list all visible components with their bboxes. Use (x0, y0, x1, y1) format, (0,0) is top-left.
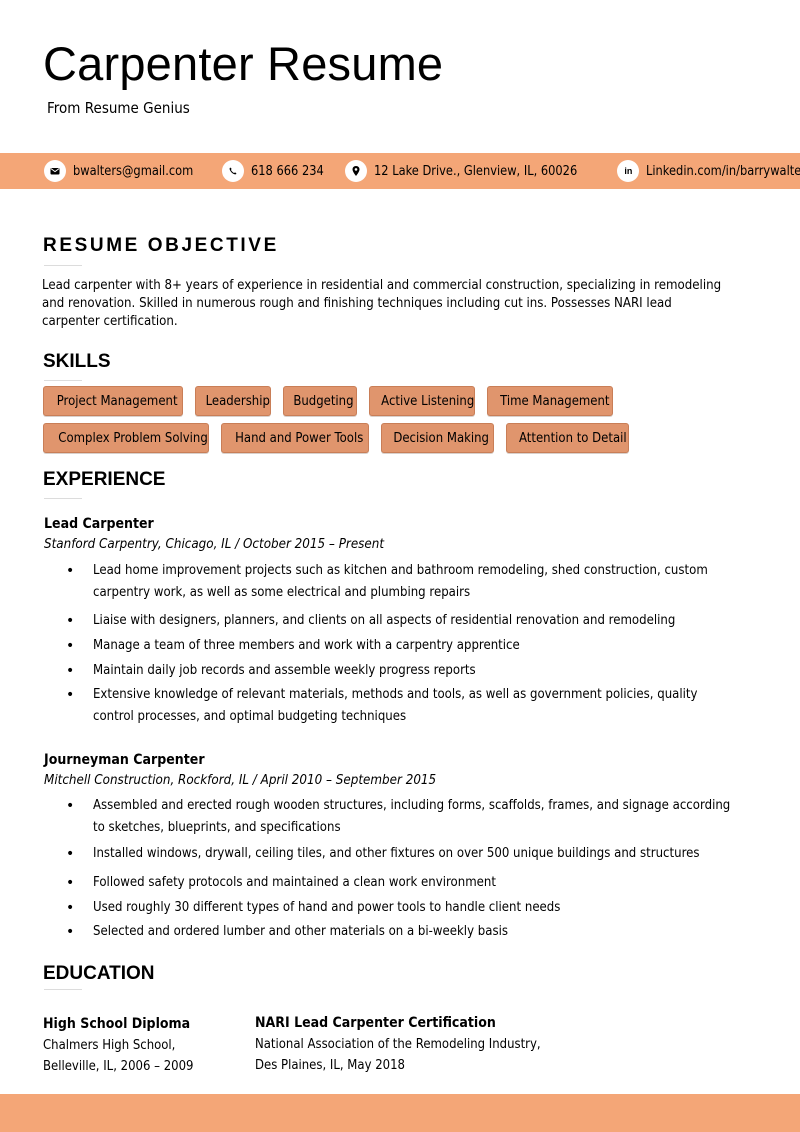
bullet-item: Installed windows, drywall, ceiling tile… (66, 843, 766, 865)
bullet-item: Followed safety protocols and maintained… (66, 872, 766, 894)
bullet-item: Used roughly 30 different types of hand … (66, 897, 766, 919)
bullet-item: Assembled and erected rough wooden struc… (66, 795, 766, 839)
skill-tag: Active Listening (369, 386, 475, 416)
skills-heading: SKILLS (43, 351, 111, 372)
education-divider (44, 989, 82, 990)
contact-email[interactable]: bwalters@gmail.com (44, 160, 210, 182)
job-title: Lead Carpenter (44, 516, 154, 532)
job-title: Journeyman Carpenter (44, 752, 205, 768)
education-entry: NARI Lead Carpenter Certification Nation… (255, 1015, 572, 1073)
experience-heading: EXPERIENCE (43, 469, 166, 490)
skill-tag: Project Management (43, 386, 183, 416)
bullet-item: Lead home improvement projects such as k… (66, 560, 766, 604)
email-text: bwalters@gmail.com (73, 163, 194, 179)
bullet-item: Extensive knowledge of relevant material… (66, 684, 766, 728)
bullet-item: Manage a team of three members and work … (66, 635, 766, 657)
education-location-date: Belleville, IL, 2006 – 2009 (43, 1059, 194, 1074)
linkedin-icon: in (617, 160, 640, 182)
job-meta: Stanford Carpentry, Chicago, IL / Octobe… (44, 537, 385, 552)
linkedin-glyph: in (624, 166, 633, 176)
footer-bar (0, 1094, 800, 1132)
experience-divider (44, 498, 82, 499)
education-heading: EDUCATION (43, 963, 155, 984)
education-school: National Association of the Remodeling I… (255, 1037, 541, 1052)
skill-tag: Complex Problem Solving (43, 423, 209, 453)
objective-line: and renovation. Skilled in numerous roug… (42, 296, 672, 311)
address-text: 12 Lake Drive., Glenview, IL, 60026 (374, 163, 578, 179)
contact-address[interactable]: 12 Lake Drive., Glenview, IL, 60026 (345, 160, 605, 182)
skill-tag: Decision Making (381, 423, 494, 453)
objective-text: Lead carpenter with 8+ years of experien… (42, 277, 800, 331)
bullet-item: Liaise with designers, planners, and cli… (66, 610, 766, 632)
bullet-item: Selected and ordered lumber and other ma… (66, 921, 766, 943)
skill-tag: Attention to Detail (506, 423, 629, 453)
linkedin-text: Linkedin.com/in/barrywalters (646, 163, 800, 179)
skills-row-1: Project Management Leadership Budgeting … (43, 386, 613, 416)
skill-tag: Budgeting (283, 386, 357, 416)
skill-tag: Hand and Power Tools (221, 423, 369, 453)
resume-title: Carpenter Resume (43, 37, 444, 90)
location-pin-icon (345, 160, 368, 182)
objective-line: carpenter certification. (42, 314, 178, 329)
skills-divider (44, 380, 82, 381)
contact-linkedin[interactable]: in Linkedin.com/in/barrywalters (617, 160, 800, 182)
education-location-date: Des Plaines, IL, May 2018 (255, 1058, 405, 1073)
skill-tag: Time Management (487, 386, 613, 416)
contact-phone[interactable]: 618 666 234 (221, 160, 334, 182)
job-bullets: Lead home improvement projects such as k… (66, 560, 766, 728)
education-degree: NARI Lead Carpenter Certification (255, 1015, 496, 1031)
education-degree: High School Diploma (43, 1016, 191, 1032)
bullet-item: Maintain daily job records and assemble … (66, 660, 766, 682)
job-meta: Mitchell Construction, Rockford, IL / Ap… (44, 773, 437, 788)
skill-tag: Leadership (195, 386, 271, 416)
skills-row-2: Complex Problem Solving Hand and Power T… (43, 423, 629, 453)
contact-bar: bwalters@gmail.com 618 666 234 12 Lake D… (0, 153, 800, 189)
objective-line: Lead carpenter with 8+ years of experien… (42, 278, 722, 293)
job-bullets: Assembled and erected rough wooden struc… (66, 795, 766, 943)
objective-divider (44, 265, 82, 266)
envelope-icon (44, 160, 66, 182)
objective-heading: RESUME OBJECTIVE (43, 235, 279, 256)
phone-text: 618 666 234 (250, 163, 324, 179)
phone-icon (221, 160, 244, 182)
education-entry: High School Diploma Chalmers High School… (43, 1016, 210, 1074)
resume-subtitle: From Resume Genius (47, 99, 190, 117)
education-school: Chalmers High School, (43, 1038, 176, 1053)
